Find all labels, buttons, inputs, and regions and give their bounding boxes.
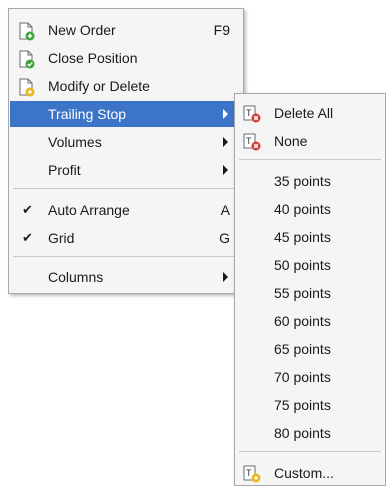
menu-separator [13, 256, 239, 257]
close-position-icon [19, 50, 35, 69]
trailing-stop-label: Trailing Stop [48, 106, 127, 122]
none-label: None [274, 133, 308, 149]
submenu-item-custom[interactable]: T Custom... [236, 460, 384, 486]
auto-arrange-label: Auto Arrange [48, 202, 130, 218]
grid-shortcut: G [219, 230, 230, 246]
context-menu: New Order F9 Close Position Modify or De… [8, 8, 244, 294]
menu-item-volumes[interactable]: Volumes [10, 129, 242, 155]
grid-label: Grid [48, 230, 75, 246]
modify-delete-label: Modify or Delete [48, 78, 150, 94]
volumes-label: Volumes [48, 134, 102, 150]
points-label: 70 points [274, 369, 331, 385]
svg-text:T: T [246, 136, 252, 146]
menu-separator [239, 451, 381, 452]
svg-text:T: T [246, 108, 252, 118]
points-label: 50 points [274, 257, 331, 273]
new-order-icon [19, 22, 35, 41]
points-label: 60 points [274, 313, 331, 329]
menu-item-profit[interactable]: Profit [10, 157, 242, 183]
profit-label: Profit [48, 162, 81, 178]
menu-separator [239, 159, 381, 160]
submenu-item-35-points[interactable]: 35 points [236, 168, 384, 194]
submenu-arrow-icon [223, 109, 228, 119]
submenu-item-70-points[interactable]: 70 points [236, 364, 384, 390]
submenu-item-45-points[interactable]: 45 points [236, 224, 384, 250]
submenu-arrow-icon [223, 137, 228, 147]
delete-all-label: Delete All [274, 105, 334, 121]
trailing-none-icon: T [243, 133, 261, 151]
svg-text:T: T [246, 468, 252, 478]
close-position-label: Close Position [48, 50, 138, 66]
submenu-arrow-icon [223, 272, 228, 282]
auto-arrange-shortcut: A [220, 202, 230, 218]
custom-icon: T [243, 465, 261, 483]
points-label: 65 points [274, 341, 331, 357]
submenu-item-80-points[interactable]: 80 points [236, 420, 384, 446]
points-label: 40 points [274, 201, 331, 217]
trailing-stop-submenu: T Delete All T None 35 points 40 points … [234, 93, 386, 486]
points-label: 75 points [274, 397, 331, 413]
delete-all-icon: T [243, 105, 261, 123]
menu-item-auto-arrange[interactable]: ✔ Auto Arrange A [10, 197, 242, 223]
custom-label: Custom... [274, 465, 334, 481]
new-order-label: New Order [48, 22, 116, 38]
submenu-item-40-points[interactable]: 40 points [236, 196, 384, 222]
checkmark-icon: ✔ [22, 202, 33, 217]
submenu-item-65-points[interactable]: 65 points [236, 336, 384, 362]
menu-item-trailing-stop[interactable]: Trailing Stop [10, 101, 242, 127]
submenu-item-none[interactable]: T None [236, 128, 384, 154]
submenu-arrow-icon [223, 165, 228, 175]
submenu-item-55-points[interactable]: 55 points [236, 280, 384, 306]
checkmark-icon: ✔ [22, 230, 33, 245]
menu-item-close-position[interactable]: Close Position [10, 45, 242, 71]
columns-label: Columns [48, 269, 104, 285]
submenu-item-75-points[interactable]: 75 points [236, 392, 384, 418]
menu-item-grid[interactable]: ✔ Grid G [10, 225, 242, 251]
menu-item-columns[interactable]: Columns [10, 264, 242, 290]
submenu-item-50-points[interactable]: 50 points [236, 252, 384, 278]
points-label: 35 points [274, 173, 331, 189]
menu-separator [13, 188, 239, 189]
submenu-item-delete-all[interactable]: T Delete All [236, 100, 384, 126]
menu-item-new-order[interactable]: New Order F9 [10, 17, 242, 43]
points-label: 80 points [274, 425, 331, 441]
menu-item-modify-delete[interactable]: Modify or Delete [10, 73, 242, 99]
modify-delete-icon [19, 78, 35, 97]
new-order-shortcut: F9 [213, 22, 230, 38]
submenu-item-60-points[interactable]: 60 points [236, 308, 384, 334]
points-label: 45 points [274, 229, 331, 245]
points-label: 55 points [274, 285, 331, 301]
